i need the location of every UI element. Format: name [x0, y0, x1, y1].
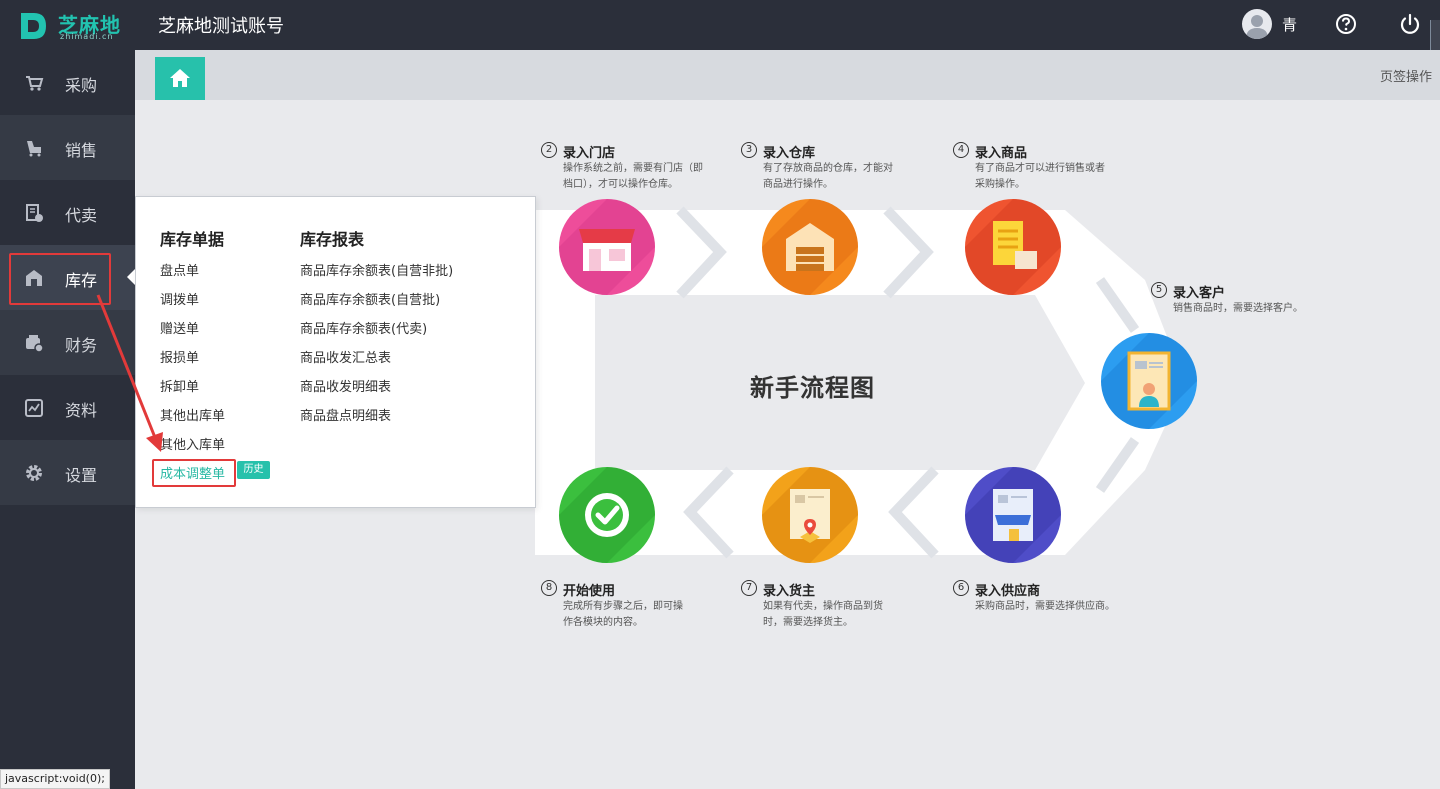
tab-strip: 页签操作: [135, 50, 1440, 100]
menu-item-report-balance-consign[interactable]: 商品库存余额表(代卖): [300, 318, 427, 337]
step-title: 开始使用: [563, 584, 616, 599]
flow-title: 新手流程图: [750, 374, 875, 402]
col-title-reports: 库存报表: [300, 230, 365, 249]
menu-item-other-outbound[interactable]: 其他出库单: [160, 405, 225, 424]
inventory-menu-panel: 库存单据 盘点单 调拨单 赠送单 报损单 拆卸单 其他出库单 其他入库单 成本调…: [135, 196, 536, 508]
active-indicator: [127, 269, 135, 285]
cart-icon: [26, 76, 44, 91]
step-store-circle[interactable]: [559, 199, 655, 295]
help-icon[interactable]: [1335, 13, 1357, 35]
col-title-documents: 库存单据: [160, 230, 225, 249]
step-desc: 如果有代卖，操作商品到货 时，需要选择货主。: [763, 601, 883, 628]
avatar[interactable]: [1242, 9, 1272, 39]
sidebar-item-label: 设置: [65, 466, 98, 485]
sales-icon: [27, 141, 41, 157]
sidebar-item-label: 财务: [65, 336, 98, 355]
consign-icon: [26, 204, 43, 222]
step-title: 录入门店: [563, 146, 616, 161]
step-goods-circle[interactable]: [965, 199, 1061, 295]
logo-mark-icon: [21, 13, 46, 39]
menu-item-report-balance-self-batch[interactable]: 商品库存余额表(自营批): [300, 289, 440, 308]
logo[interactable]: 芝麻地 zhimadi.cn: [18, 9, 128, 43]
sidebar-item-label: 采购: [65, 76, 98, 95]
highlight-box-cost-adjustment: [152, 459, 236, 487]
sidebar-item-consign[interactable]: 代卖: [0, 180, 135, 245]
gear-icon: [26, 465, 42, 481]
step-desc: 完成所有步骤之后，即可操 作各模块的内容。: [563, 601, 683, 628]
menu-item-report-stocktake-detail[interactable]: 商品盘点明细表: [300, 405, 391, 424]
step-desc: 采购商品时，需要选择供应商。: [975, 601, 1115, 612]
check-icon: [559, 467, 655, 563]
menu-item-other-inbound[interactable]: 其他入库单: [160, 434, 225, 453]
step-number: 6: [953, 580, 969, 596]
step-owner-circle[interactable]: [762, 467, 858, 563]
home-icon: [170, 69, 190, 87]
step-number: 3: [741, 142, 757, 158]
menu-item-gift[interactable]: 赠送单: [160, 318, 199, 337]
menu-item-report-movement-detail[interactable]: 商品收发明细表: [300, 376, 391, 395]
status-bar-url: javascript:void(0);: [0, 769, 110, 789]
power-icon[interactable]: [1398, 12, 1422, 36]
menu-item-disassembly[interactable]: 拆卸单: [160, 376, 199, 395]
step-title: 录入仓库: [763, 146, 816, 161]
sidebar: 采购 销售 代卖 库存 财务 资料 设置: [0, 50, 135, 789]
sidebar-item-purchase[interactable]: 采购: [0, 50, 135, 115]
step-desc: 有了商品才可以进行销售或者 采购操作。: [975, 163, 1105, 190]
tab-home[interactable]: [155, 57, 205, 100]
warehouse-building-icon: [762, 199, 858, 295]
step-title: 录入供应商: [975, 584, 1041, 599]
menu-item-loss[interactable]: 报损单: [160, 347, 199, 366]
menu-item-transfer[interactable]: 调拨单: [160, 289, 199, 308]
store-icon: [559, 199, 655, 295]
step-number: 7: [741, 580, 757, 596]
history-badge[interactable]: 历史: [237, 461, 270, 479]
tab-operations-menu[interactable]: 页签操作: [1380, 66, 1432, 85]
menu-item-report-balance-self-nonbatch[interactable]: 商品库存余额表(自营非批): [300, 260, 453, 279]
goods-icon: [965, 199, 1061, 295]
sidebar-item-settings[interactable]: 设置: [0, 440, 135, 505]
step-number: 4: [953, 142, 969, 158]
sidebar-item-label: 销售: [65, 141, 98, 160]
step-title: 录入客户: [1173, 286, 1226, 301]
supplier-icon: [965, 467, 1061, 563]
step-desc: 操作系统之前，需要有门店（即 档口），才可以操作仓库。: [563, 163, 703, 190]
username[interactable]: 青: [1282, 14, 1297, 35]
step-number: 8: [541, 580, 557, 596]
highlight-box-inventory: [9, 253, 111, 305]
sidebar-item-data[interactable]: 资料: [0, 375, 135, 440]
menu-item-stocktake[interactable]: 盘点单: [160, 260, 199, 279]
step-start-circle[interactable]: [559, 467, 655, 563]
user-avatar-icon: [1246, 15, 1268, 39]
step-warehouse-circle[interactable]: [762, 199, 858, 295]
step-supplier-circle[interactable]: [965, 467, 1061, 563]
owner-icon: [762, 467, 858, 563]
step-desc: 有了存放商品的仓库，才能对 商品进行操作。: [763, 163, 893, 190]
top-bar: 芝麻地 zhimadi.cn 芝麻地测试账号 青: [0, 0, 1440, 75]
step-title: 录入商品: [975, 146, 1028, 161]
step-number: 2: [541, 142, 557, 158]
sidebar-item-label: 资料: [65, 401, 98, 420]
sidebar-item-sales[interactable]: 销售: [0, 115, 135, 180]
finance-icon: [26, 335, 44, 353]
sidebar-item-label: 代卖: [65, 206, 98, 225]
logo-domain: zhimadi.cn: [60, 32, 114, 41]
data-icon: [25, 399, 43, 417]
step-title: 录入货主: [763, 584, 816, 599]
menu-item-report-movement-summary[interactable]: 商品收发汇总表: [300, 347, 391, 366]
customer-icon: [1101, 333, 1197, 429]
account-name: 芝麻地测试账号: [158, 16, 284, 37]
step-number: 5: [1151, 282, 1167, 298]
sidebar-item-finance[interactable]: 财务: [0, 310, 135, 375]
step-customer-circle[interactable]: [1101, 333, 1197, 429]
step-desc: 销售商品时，需要选择客户。: [1173, 303, 1303, 314]
